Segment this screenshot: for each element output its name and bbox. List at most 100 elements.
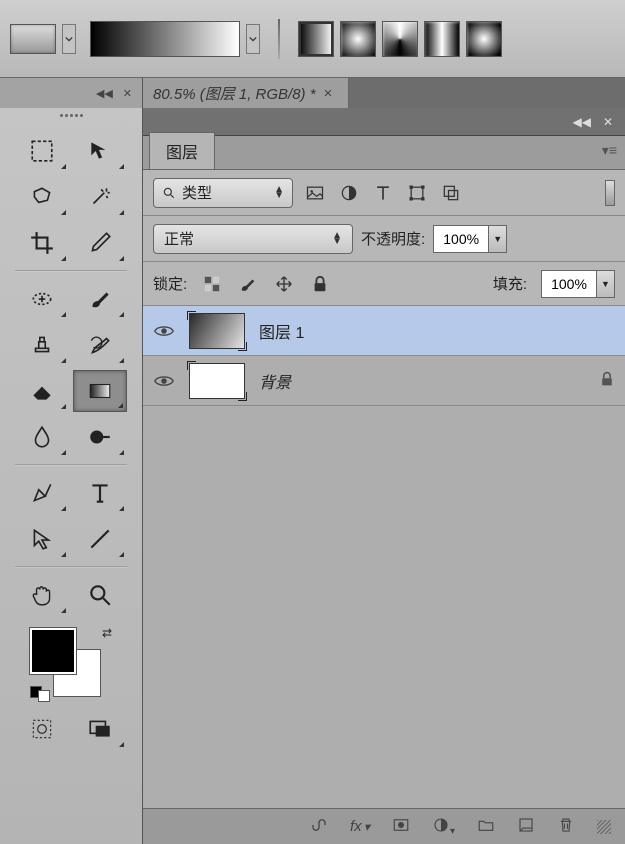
eraser-tool[interactable] <box>15 370 69 412</box>
type-tool[interactable] <box>73 472 127 514</box>
magic-wand-tool[interactable] <box>73 176 127 218</box>
layer-list: 图层 1 背景 <box>143 306 625 808</box>
layer-mask-icon[interactable] <box>392 816 410 837</box>
new-layer-icon[interactable] <box>517 816 535 837</box>
history-brush-tool[interactable] <box>73 324 127 366</box>
filter-shape-icon[interactable] <box>405 181 429 205</box>
gradient-type-angle[interactable] <box>382 21 418 57</box>
panel-titlebar: ◀◀ ✕ <box>143 108 625 136</box>
pen-tool[interactable] <box>15 472 69 514</box>
path-selection-tool[interactable] <box>15 518 69 560</box>
opacity-label: 不透明度: <box>361 228 425 249</box>
close-tools-icon[interactable]: ✕ <box>123 87 132 100</box>
document-tab-title: 80.5% (图层 1, RGB/8) * <box>153 83 316 104</box>
filter-smartobject-icon[interactable] <box>439 181 463 205</box>
close-document-icon[interactable]: × <box>324 85 333 102</box>
layers-panel-body: 类型 ▲▼ 正常 ▲▼ 不透明度: ▼ <box>143 170 625 844</box>
filter-image-icon[interactable] <box>303 181 327 205</box>
updown-icon: ▲▼ <box>274 187 284 199</box>
blend-opacity-row: 正常 ▲▼ 不透明度: ▼ <box>143 216 625 262</box>
crop-tool[interactable] <box>15 222 69 264</box>
layer-row[interactable]: 图层 1 <box>143 306 625 356</box>
color-swatches: ⇄ <box>16 624 126 704</box>
hand-tool[interactable] <box>15 574 69 616</box>
lock-pixels-icon[interactable] <box>201 273 223 295</box>
filter-kind-label: 类型 <box>182 182 212 203</box>
gradient-preset-thumb[interactable] <box>10 24 56 54</box>
link-layers-icon[interactable] <box>310 816 328 837</box>
collapse-panel-icon[interactable]: ◀◀ <box>572 115 590 129</box>
document-tab[interactable]: 80.5% (图层 1, RGB/8) * × <box>143 78 349 108</box>
adjustment-layer-icon[interactable]: ▾ <box>432 816 455 837</box>
layer-style-icon[interactable]: fx▾ <box>350 818 370 835</box>
blend-mode-value: 正常 <box>164 228 194 249</box>
resize-grip[interactable] <box>597 820 611 834</box>
panel-grip[interactable] <box>21 114 121 124</box>
gradient-tool[interactable] <box>73 370 127 412</box>
dodge-tool[interactable] <box>73 416 127 458</box>
options-bar <box>0 0 625 78</box>
gradient-type-linear[interactable] <box>298 21 334 57</box>
gradient-type-reflected[interactable] <box>424 21 460 57</box>
blur-tool[interactable] <box>15 416 69 458</box>
tab-layers[interactable]: 图层 <box>149 132 215 169</box>
quick-mask-tool[interactable] <box>15 708 69 750</box>
opacity-dropdown[interactable]: ▼ <box>489 225 507 253</box>
layer-thumbnail[interactable] <box>189 313 245 349</box>
fill-input[interactable] <box>541 270 597 298</box>
default-colors-icon[interactable] <box>30 686 50 702</box>
search-icon <box>162 186 176 200</box>
lock-label: 锁定: <box>153 273 187 294</box>
tools-panel-header: ◀◀ ✕ <box>0 78 143 108</box>
fill-label: 填充: <box>493 273 527 294</box>
delete-layer-icon[interactable] <box>557 816 575 837</box>
marquee-tool[interactable] <box>15 130 69 172</box>
lock-icon <box>599 371 615 390</box>
collapse-icon[interactable]: ◀◀ <box>96 87 113 100</box>
close-panel-icon[interactable]: ✕ <box>603 115 613 129</box>
filter-kind-select[interactable]: 类型 ▲▼ <box>153 178 293 208</box>
gradient-type-diamond[interactable] <box>466 21 502 57</box>
lock-position-icon[interactable] <box>273 273 295 295</box>
blend-mode-select[interactable]: 正常 ▲▼ <box>153 224 353 254</box>
separator <box>278 19 280 59</box>
layer-name[interactable]: 背景 <box>259 369 291 393</box>
screen-mode-tool[interactable] <box>73 708 127 750</box>
gradient-type-radial[interactable] <box>340 21 376 57</box>
lock-brush-icon[interactable] <box>237 273 259 295</box>
layers-panel-footer: fx▾ ▾ <box>143 808 625 844</box>
right-panel-area: ◀◀ ✕ 图层 ▾≡ 类型 ▲▼ <box>143 108 625 844</box>
panel-menu-icon[interactable]: ▾≡ <box>602 142 617 159</box>
lasso-tool[interactable] <box>15 176 69 218</box>
filter-adjustment-icon[interactable] <box>337 181 361 205</box>
line-tool[interactable] <box>73 518 127 560</box>
foreground-color-swatch[interactable] <box>30 628 76 674</box>
clone-stamp-tool[interactable] <box>15 324 69 366</box>
layer-name[interactable]: 图层 1 <box>259 319 304 343</box>
eyedropper-tool[interactable] <box>73 222 127 264</box>
gradient-picker[interactable] <box>90 21 240 57</box>
group-icon[interactable] <box>477 816 495 837</box>
tools-panel: ⇄ <box>0 108 143 844</box>
brush-tool[interactable] <box>73 278 127 320</box>
opacity-input[interactable] <box>433 225 489 253</box>
lock-all-icon[interactable] <box>309 273 331 295</box>
healing-brush-tool[interactable] <box>15 278 69 320</box>
updown-icon: ▲▼ <box>332 233 342 245</box>
document-tab-row: ◀◀ ✕ 80.5% (图层 1, RGB/8) * × <box>0 78 625 108</box>
filter-type-icon[interactable] <box>371 181 395 205</box>
move-tool[interactable] <box>73 130 127 172</box>
zoom-tool[interactable] <box>73 574 127 616</box>
gradient-picker-dropdown[interactable] <box>246 24 260 54</box>
visibility-toggle[interactable] <box>153 320 175 342</box>
layer-filter-row: 类型 ▲▼ <box>143 170 625 216</box>
panel-tab-row: 图层 ▾≡ <box>143 136 625 170</box>
gradient-preset-dropdown[interactable] <box>62 24 76 54</box>
swap-colors-icon[interactable]: ⇄ <box>102 626 112 640</box>
layer-row[interactable]: 背景 <box>143 356 625 406</box>
filter-toggle[interactable] <box>605 180 615 206</box>
fill-dropdown[interactable]: ▼ <box>597 270 615 298</box>
visibility-toggle[interactable] <box>153 370 175 392</box>
layer-thumbnail[interactable] <box>189 363 245 399</box>
lock-fill-row: 锁定: 填充: ▼ <box>143 262 625 306</box>
